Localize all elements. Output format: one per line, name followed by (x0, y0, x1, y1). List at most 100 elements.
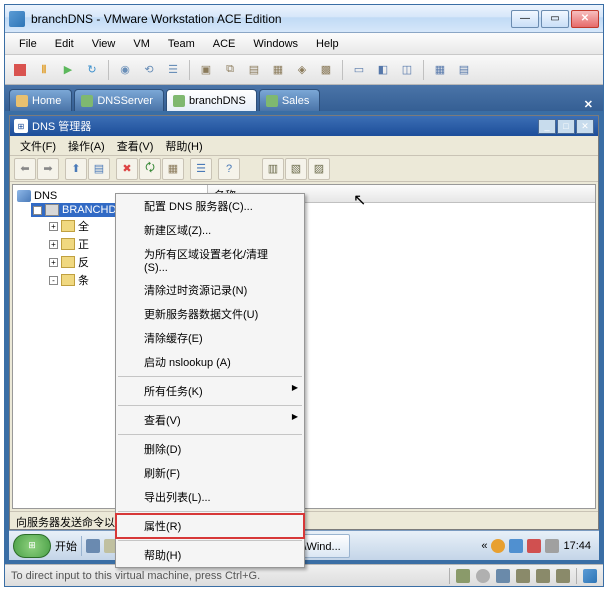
tray-icon1[interactable] (491, 539, 505, 553)
filter2-button[interactable]: ▧ (285, 158, 307, 180)
snapshot-button[interactable]: ◉ (114, 59, 136, 81)
folder-icon (61, 220, 75, 232)
context-item[interactable]: 清除缓存(E) (116, 326, 304, 350)
minimize-button[interactable]: — (511, 10, 539, 28)
device-sound-icon[interactable] (556, 569, 570, 583)
help-button[interactable]: ? (218, 158, 240, 180)
expand-icon[interactable]: + (49, 240, 58, 249)
tool2-icon[interactable]: ⧉ (219, 59, 241, 81)
filter3-button[interactable]: ▨ (308, 158, 330, 180)
home-icon (16, 95, 28, 107)
dns-minimize-button[interactable]: _ (538, 119, 556, 134)
view1-icon[interactable]: ▭ (348, 59, 370, 81)
context-item[interactable]: 查看(V) (116, 408, 304, 432)
context-separator (118, 511, 302, 512)
show-hide-button[interactable]: ▤ (88, 158, 110, 180)
tool5-icon[interactable]: ◈ (291, 59, 313, 81)
filter1-button[interactable]: ▥ (262, 158, 284, 180)
context-item[interactable]: 清除过时资源记录(N) (116, 278, 304, 302)
delete-button[interactable]: ✖ (116, 158, 138, 180)
view3-icon[interactable]: ◫ (396, 59, 418, 81)
quick-launch-icon[interactable] (86, 539, 100, 553)
tool6-icon[interactable]: ▩ (315, 59, 337, 81)
context-item[interactable]: 启动 nslookup (A) (116, 350, 304, 374)
context-separator (118, 405, 302, 406)
forward-button[interactable]: ➡ (37, 158, 59, 180)
device-usb-icon[interactable] (536, 569, 550, 583)
dns-menu-h[interactable]: 帮助(H) (159, 136, 208, 156)
context-separator (118, 540, 302, 541)
dns-manager-window: ⊞ DNS 管理器 _ □ ✕ 文件(F)操作(A)查看(V)帮助(H) ⬅ ➡… (9, 115, 599, 530)
reset-button[interactable]: ↻ (81, 59, 103, 81)
tray-expand-icon[interactable]: « (481, 540, 487, 552)
back-button[interactable]: ⬅ (14, 158, 36, 180)
up-button[interactable]: ⬆ (65, 158, 87, 180)
tab-sales[interactable]: Sales (259, 89, 321, 111)
context-item[interactable]: 所有任务(K) (116, 379, 304, 403)
context-item[interactable]: 刷新(F) (116, 461, 304, 485)
guest-area: ⊞ DNS 管理器 _ □ ✕ 文件(F)操作(A)查看(V)帮助(H) ⬅ ➡… (5, 111, 603, 564)
refresh-button[interactable]: 🗘 (139, 158, 161, 180)
tool3-icon[interactable]: ▤ (243, 59, 265, 81)
context-item[interactable]: 属性(R) (115, 513, 305, 539)
device-hdd-icon[interactable] (456, 569, 470, 583)
context-item[interactable]: 帮助(H) (116, 543, 304, 567)
dns-menu-a[interactable]: 操作(A) (62, 136, 111, 156)
dns-menu-v[interactable]: 查看(V) (111, 136, 160, 156)
context-item[interactable]: 配置 DNS 服务器(C)... (116, 194, 304, 218)
view5-icon[interactable]: ▤ (453, 59, 475, 81)
context-item[interactable]: 新建区域(Z)... (116, 218, 304, 242)
snapshot-manager-button[interactable]: ☰ (162, 59, 184, 81)
pause-button[interactable]: Ⅱ (33, 59, 55, 81)
dns-menubar: 文件(F)操作(A)查看(V)帮助(H) (10, 136, 598, 156)
menu-view[interactable]: View (84, 36, 124, 52)
device-floppy-icon[interactable] (496, 569, 510, 583)
clock[interactable]: 17:44 (563, 540, 591, 552)
context-item[interactable]: 为所有区域设置老化/清理(S)... (116, 242, 304, 278)
tool1-icon[interactable]: ▣ (195, 59, 217, 81)
device-cd-icon[interactable] (476, 569, 490, 583)
device-net-icon[interactable] (516, 569, 530, 583)
dns-close-button[interactable]: ✕ (576, 119, 594, 134)
volume-icon[interactable] (545, 539, 559, 553)
vm-icon (81, 95, 93, 107)
revert-button[interactable]: ⟲ (138, 59, 160, 81)
tray-icon3[interactable] (527, 539, 541, 553)
vmware-titlebar: branchDNS - VMware Workstation ACE Editi… (5, 5, 603, 33)
tab-branchdns[interactable]: branchDNS (166, 89, 257, 111)
tool4-icon[interactable]: ▦ (267, 59, 289, 81)
view4-icon[interactable]: ▦ (429, 59, 451, 81)
close-button[interactable]: ✕ (571, 10, 599, 28)
dns-menu-f[interactable]: 文件(F) (14, 136, 62, 156)
context-item[interactable]: 导出列表(L)... (116, 485, 304, 509)
view2-icon[interactable]: ◧ (372, 59, 394, 81)
menu-windows[interactable]: Windows (245, 36, 306, 52)
export-button[interactable]: ▦ (162, 158, 184, 180)
context-separator (118, 376, 302, 377)
tab-dnsserver[interactable]: DNSServer (74, 89, 164, 111)
menu-edit[interactable]: Edit (47, 36, 82, 52)
start-button[interactable]: ⊞ (13, 534, 51, 558)
dns-maximize-button[interactable]: □ (557, 119, 575, 134)
expand-icon[interactable]: + (49, 222, 58, 231)
tabs-close-button[interactable]: ✕ (578, 98, 599, 111)
dns-root-icon (17, 190, 31, 202)
menu-help[interactable]: Help (308, 36, 347, 52)
menu-vm[interactable]: VM (125, 36, 158, 52)
stop-button[interactable] (9, 59, 31, 81)
play-button[interactable]: ▶ (57, 59, 79, 81)
menu-team[interactable]: Team (160, 36, 203, 52)
tab-home[interactable]: Home (9, 89, 72, 111)
vmware-logo-icon[interactable] (583, 569, 597, 583)
context-item[interactable]: 删除(D) (116, 437, 304, 461)
menu-ace[interactable]: ACE (205, 36, 244, 52)
vmware-title: branchDNS - VMware Workstation ACE Editi… (31, 12, 511, 26)
properties-button[interactable]: ☰ (190, 158, 212, 180)
menu-file[interactable]: File (11, 36, 45, 52)
expand-icon[interactable]: - (49, 276, 58, 285)
expand-icon[interactable]: + (49, 258, 58, 267)
tray-icon2[interactable] (509, 539, 523, 553)
collapse-icon[interactable]: − (33, 206, 42, 215)
context-item[interactable]: 更新服务器数据文件(U) (116, 302, 304, 326)
maximize-button[interactable]: ▭ (541, 10, 569, 28)
